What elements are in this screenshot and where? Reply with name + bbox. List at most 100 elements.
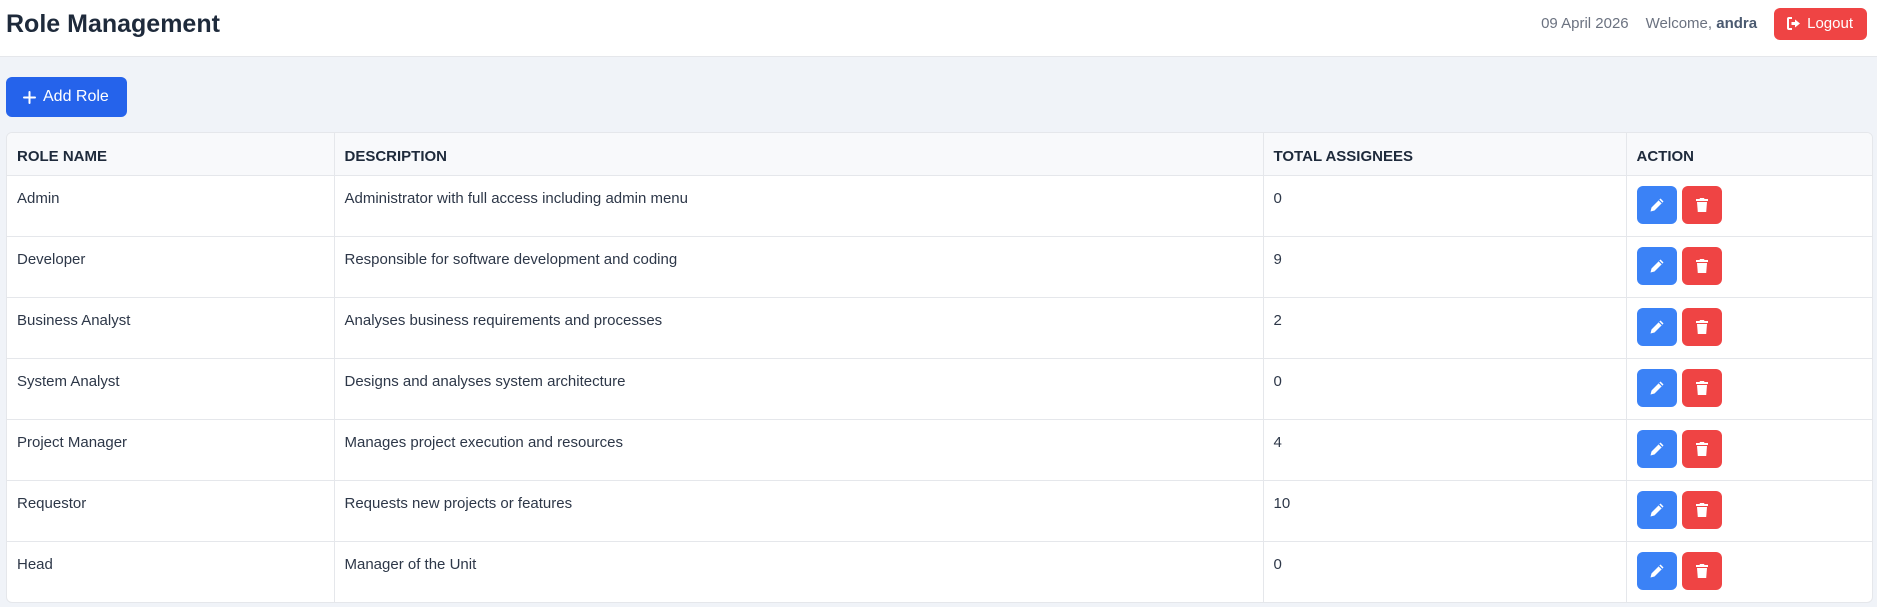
edit-button[interactable]	[1636, 246, 1677, 285]
edit-button[interactable]	[1636, 429, 1677, 468]
header-right: 09 April 2026 Welcome, andra Logout	[1541, 7, 1867, 40]
pencil-icon	[1650, 442, 1663, 455]
description-cell: Administrator with full access including…	[334, 175, 1264, 237]
role-name-cell: Developer	[7, 236, 335, 298]
pencil-icon	[1650, 198, 1663, 211]
action-cell	[1626, 297, 1872, 359]
action-cell	[1626, 419, 1872, 481]
row-actions	[1636, 429, 1865, 468]
pencil-icon	[1650, 564, 1663, 577]
table-row: Project Manager Manages project executio…	[7, 419, 1872, 481]
description-cell: Designs and analyses system architecture	[334, 358, 1264, 420]
edit-button[interactable]	[1636, 368, 1677, 407]
row-actions	[1636, 551, 1865, 590]
role-description: Administrator with full access including…	[344, 189, 688, 207]
delete-button[interactable]	[1681, 185, 1722, 224]
role-description: Manager of the Unit	[344, 555, 477, 573]
role-description: Manages project execution and resources	[344, 433, 624, 451]
table-row: Business Analyst Analyses business requi…	[7, 297, 1872, 359]
column-header-role-name: ROLE NAME	[7, 133, 335, 176]
trash-icon	[1695, 502, 1708, 517]
role-name: Head	[17, 555, 53, 573]
role-name-cell: System Analyst	[7, 358, 335, 420]
description-cell: Manages project execution and resources	[334, 419, 1264, 481]
column-header-total-assignees: TOTAL ASSIGNEES	[1263, 133, 1627, 176]
assignees-cell: 0	[1263, 358, 1627, 420]
edit-button[interactable]	[1636, 185, 1677, 224]
column-header-description: DESCRIPTION	[334, 133, 1264, 176]
delete-button[interactable]	[1681, 490, 1722, 529]
assignees-cell: 0	[1263, 175, 1627, 237]
total-assignees: 10	[1273, 494, 1291, 512]
assignees-cell: 2	[1263, 297, 1627, 359]
row-actions	[1636, 307, 1865, 346]
action-cell	[1626, 175, 1872, 237]
action-cell	[1626, 541, 1872, 602]
table-row: Requestor Requests new projects or featu…	[7, 480, 1872, 542]
action-cell	[1626, 480, 1872, 542]
delete-button[interactable]	[1681, 429, 1722, 468]
role-name: Admin	[17, 189, 60, 207]
sign-out-icon	[1787, 17, 1801, 30]
delete-button[interactable]	[1681, 551, 1722, 590]
column-header-action: ACTION	[1626, 133, 1872, 176]
row-actions	[1636, 185, 1865, 224]
delete-button[interactable]	[1681, 246, 1722, 285]
role-name-cell: Head	[7, 541, 335, 602]
role-name: Requestor	[17, 494, 87, 512]
trash-icon	[1695, 380, 1708, 395]
description-cell: Analyses business requirements and proce…	[334, 297, 1264, 359]
table-row: System Analyst Designs and analyses syst…	[7, 358, 1872, 420]
table-header-row: ROLE NAME DESCRIPTION TOTAL ASSIGNEES AC…	[7, 133, 1872, 176]
action-cell	[1626, 236, 1872, 298]
role-name: Developer	[17, 250, 86, 268]
role-name: System Analyst	[17, 372, 120, 390]
description-cell: Responsible for software development and…	[334, 236, 1264, 298]
role-description: Analyses business requirements and proce…	[344, 311, 663, 329]
pencil-icon	[1650, 259, 1663, 272]
trash-icon	[1695, 258, 1708, 273]
trash-icon	[1695, 441, 1708, 456]
roles-table: ROLE NAME DESCRIPTION TOTAL ASSIGNEES AC…	[7, 133, 1872, 602]
edit-button[interactable]	[1636, 307, 1677, 346]
assignees-cell: 4	[1263, 419, 1627, 481]
plus-icon	[23, 90, 36, 104]
assignees-cell: 9	[1263, 236, 1627, 298]
row-actions	[1636, 368, 1865, 407]
total-assignees: 0	[1273, 189, 1282, 207]
assignees-cell: 10	[1263, 480, 1627, 542]
current-date: 09 April 2026	[1541, 15, 1629, 32]
role-description: Responsible for software development and…	[344, 250, 678, 268]
role-name-cell: Requestor	[7, 480, 335, 542]
roles-table-card: ROLE NAME DESCRIPTION TOTAL ASSIGNEES AC…	[6, 132, 1873, 603]
add-role-button[interactable]: Add Role	[6, 77, 127, 117]
table-row: Admin Administrator with full access inc…	[7, 175, 1872, 237]
delete-button[interactable]	[1681, 368, 1722, 407]
edit-button[interactable]	[1636, 490, 1677, 529]
top-header: Role Management 09 April 2026 Welcome, a…	[0, 0, 1877, 57]
delete-button[interactable]	[1681, 307, 1722, 346]
total-assignees: 2	[1273, 311, 1282, 329]
description-cell: Manager of the Unit	[334, 541, 1264, 602]
table-row: Head Manager of the Unit 0	[7, 541, 1872, 602]
edit-button[interactable]	[1636, 551, 1677, 590]
table-row: Developer Responsible for software devel…	[7, 236, 1872, 298]
role-name-cell: Business Analyst	[7, 297, 335, 359]
role-description: Requests new projects or features	[344, 494, 573, 512]
row-actions	[1636, 490, 1865, 529]
pencil-icon	[1650, 320, 1663, 333]
welcome-label: Welcome,	[1645, 15, 1713, 32]
role-name-cell: Project Manager	[7, 419, 335, 481]
role-name: Business Analyst	[17, 311, 131, 329]
role-name-cell: Admin	[7, 175, 335, 237]
add-role-label: Add Role	[43, 88, 109, 105]
welcome-username: andra	[1716, 15, 1758, 32]
pencil-icon	[1650, 503, 1663, 516]
total-assignees: 0	[1273, 372, 1282, 390]
logout-button[interactable]: Logout	[1774, 7, 1867, 40]
total-assignees: 4	[1273, 433, 1282, 451]
table-body: Admin Administrator with full access inc…	[7, 175, 1872, 602]
total-assignees: 0	[1273, 555, 1282, 573]
logout-label: Logout	[1807, 15, 1853, 32]
action-cell	[1626, 358, 1872, 420]
